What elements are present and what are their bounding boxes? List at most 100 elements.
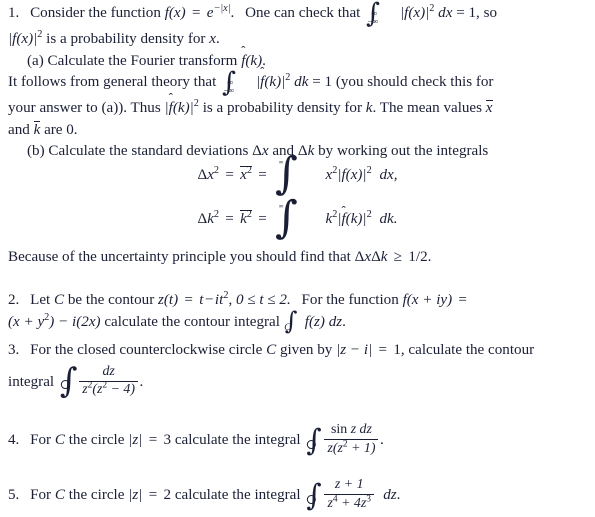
problem-1-density-text: is a probability density for bbox=[46, 31, 206, 48]
problem-3-text2: given by bbox=[279, 342, 333, 358]
circle-condition-p3: |z − i| bbox=[336, 342, 373, 358]
problem-2-text4: calculate the contour integral bbox=[104, 313, 280, 330]
eq1-mean-x-squared: x2 bbox=[240, 164, 252, 183]
problem-4-denominator: z(z2 + 1) bbox=[324, 439, 379, 457]
problem-1-line5b: are 0. bbox=[44, 121, 78, 138]
problem-5-equals: = bbox=[148, 486, 158, 503]
problem-4-fraction: sin sin z dzz dz z(z2 + 1) bbox=[324, 422, 379, 457]
contour-C-p3: C bbox=[266, 342, 277, 358]
problem-2-line2: (x + y2) − i(2x) calculate the contour i… bbox=[8, 305, 346, 335]
equals-one-2: = 1 bbox=[312, 74, 333, 91]
f-hat-of-k: ̂f(k) bbox=[241, 52, 263, 69]
eq1-differential: dx, bbox=[379, 166, 398, 183]
problem-1-line1c: so bbox=[483, 5, 498, 21]
problem-1-line5: and k are 0. bbox=[8, 120, 588, 142]
problem-5-text2: the circle bbox=[68, 486, 125, 503]
equals-sign: = bbox=[191, 5, 201, 21]
part-a-text: Calculate the Fourier transform bbox=[47, 52, 238, 69]
problem-5-radius: 2 bbox=[163, 486, 172, 503]
problem-5-numerator: z + 1 bbox=[334, 477, 364, 493]
eq2-equals-1: = bbox=[225, 210, 234, 227]
eq1-lhs-delta-x-squared: ΔΔxx2 bbox=[197, 164, 220, 183]
problem-4-text2: the circle bbox=[68, 431, 125, 448]
problem-5-denominator: z4 + 4z3 bbox=[324, 494, 374, 512]
problem-4-equals: = bbox=[148, 431, 158, 448]
circle-condition-p4: |z| bbox=[128, 431, 143, 448]
problem-1-line4a: your answer to (a)). Thus bbox=[8, 100, 161, 117]
integral-symbol-1: ∫ ∞ −∞ bbox=[366, 0, 381, 29]
problem-1-line4b: is a probability density for bbox=[202, 100, 362, 117]
function-f-of-x: f(x) bbox=[164, 5, 186, 21]
problem-4-line1: 4. For C the circle |z| = 3 calculate th… bbox=[8, 422, 384, 458]
eq2-lhs-delta-k-squared: Δk2 bbox=[197, 208, 220, 227]
eq1-integrand: x2|f(x)|2 bbox=[325, 164, 372, 183]
problem-4-numerator: sin sin z dzz dz bbox=[331, 422, 372, 438]
problem-3-fraction: dz z2(z2 − 4) bbox=[79, 364, 138, 399]
problem-3-block: 3. For the closed counterclockwise circl… bbox=[8, 340, 588, 399]
problem-5-line1: 5. For C the circle |z| = 2 calculate th… bbox=[8, 477, 401, 513]
displayed-equation-delta-k: Δk2 = k2 = ∫∞−∞ k2|̂f(k)|2 dk. bbox=[0, 192, 595, 243]
problem-3-line1: 3. For the closed counterclockwise circl… bbox=[8, 340, 588, 362]
problem-5-text1: For bbox=[30, 486, 52, 503]
delta-x-delta-k: ΔxΔk bbox=[354, 249, 388, 265]
problem-3-text4: integral bbox=[8, 373, 55, 390]
part-b-label: (b) bbox=[27, 143, 45, 160]
problem-3-denominator: z2(z2 − 4) bbox=[79, 380, 138, 399]
problem-2-text2: be the contour bbox=[67, 292, 155, 308]
contour-parametrization: t−it2 bbox=[199, 289, 229, 308]
problem-3-text1: For the closed counterclockwise circle bbox=[30, 342, 263, 358]
mean-value-x: x bbox=[485, 99, 493, 117]
contour-C-p4: C bbox=[54, 431, 65, 448]
contour-C-p2: C bbox=[54, 292, 65, 308]
equals-one-1: = 1, bbox=[456, 5, 480, 21]
geq-sign: ≥ bbox=[393, 249, 403, 265]
problem-1-number: 1. bbox=[8, 5, 20, 21]
problem-1-line1a: Consider the function bbox=[30, 5, 161, 21]
contour-integral-symbol-p3: ∫ bbox=[59, 360, 78, 401]
f-squared-modulus: |f(x)|2 bbox=[8, 28, 43, 48]
z-of-t: z(t) bbox=[158, 292, 179, 308]
mean-value-k: k bbox=[33, 121, 41, 138]
variable-x: x bbox=[209, 31, 216, 48]
problem-1-line5a: and bbox=[8, 121, 30, 138]
delta-k-symbol: Δk bbox=[297, 143, 315, 160]
problem-3-numerator: dz bbox=[102, 363, 115, 379]
problem-1-line3: It follows from general theory that ∫ ∞ −∞… bbox=[8, 69, 588, 98]
contour-integral-symbol-p5: ∫ bbox=[306, 478, 322, 513]
circle-condition-p5: |z| bbox=[128, 486, 143, 503]
problem-3-number: 3. bbox=[8, 342, 20, 358]
eq1-integral-symbol: ∫ ∞ −∞ bbox=[275, 148, 298, 199]
problem-5-text3: calculate the integral bbox=[174, 486, 301, 503]
problem-2-line1: 2. Let C be the contour z(t) = t−it2, 0 … bbox=[8, 290, 588, 312]
problem-1-block: 1. Consider the function f(x) = e−|x|. O… bbox=[8, 0, 588, 163]
problem-3-line2: integral ∫ dz z2(z2 − 4) . bbox=[8, 360, 144, 401]
eq2-integrand: k2|̂f(k)|2 bbox=[325, 208, 372, 227]
problem-5-fraction: z + 1 z4 + 4z3 bbox=[324, 477, 374, 512]
part-b-text2: by working out the integrals bbox=[318, 143, 489, 160]
problem-2-number: 2. bbox=[8, 292, 20, 308]
part-a-label: (a) bbox=[27, 52, 44, 69]
function-expression-p2: (x + y2) − i(2x) bbox=[8, 311, 101, 330]
uncertainty-value: 1/2. bbox=[408, 249, 432, 265]
eq2-equals-2: = bbox=[258, 210, 267, 227]
problem-1-theory-text: It follows from general theory that bbox=[8, 74, 217, 91]
integrand-f-squared: |f(x)|2 bbox=[400, 2, 435, 21]
problem-2-equals-2: = bbox=[458, 292, 467, 308]
problem-2-equals: = bbox=[184, 292, 193, 308]
problem-2-integrand: f(z) dz bbox=[304, 313, 343, 330]
differential-dk: dk bbox=[294, 74, 309, 91]
problem-2-text3: For the function bbox=[301, 292, 399, 308]
displayed-equation-delta-x: ΔΔxx2 = x2 = ∫∞−∞ x2|f(x)|2 dx, bbox=[0, 148, 595, 199]
differential-dx: dx bbox=[438, 5, 453, 21]
document-page: 1. Consider the function f(x) = e−|x|. O… bbox=[0, 0, 595, 517]
eq2-differential: dk. bbox=[379, 210, 398, 227]
problem-1-line4c: . The mean values bbox=[372, 100, 483, 117]
problem-3-equals: = bbox=[378, 342, 388, 358]
eq2-integral-symbol: ∫ ∞ −∞ bbox=[275, 192, 298, 243]
problem-4-number: 4. bbox=[8, 431, 20, 448]
problem-2-block: 2. Let C be the contour z(t) = t−it2, 0 … bbox=[8, 290, 588, 336]
problem-5-differential: dz bbox=[383, 486, 397, 503]
contour-integral-symbol-p2: ∫ C bbox=[284, 305, 298, 335]
contour-C-p5: C bbox=[54, 486, 65, 503]
problem-1-part-b: (b) Calculate the standard deviations Δx… bbox=[8, 141, 588, 163]
